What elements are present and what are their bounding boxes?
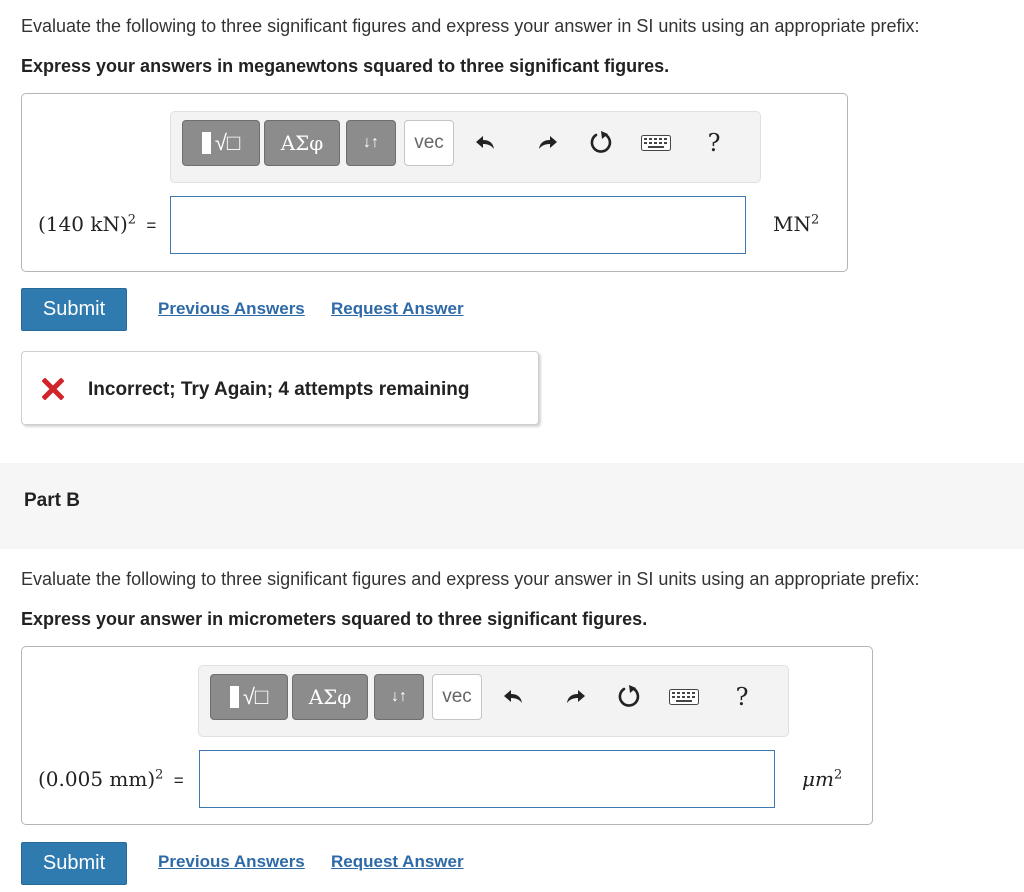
reset-icon[interactable] (582, 124, 620, 162)
part-a-answer-input[interactable] (170, 196, 746, 254)
part-a-feedback-box: Incorrect; Try Again; 4 attempts remaini… (21, 351, 539, 425)
undo-icon[interactable] (495, 678, 533, 716)
part-a-equals: = (146, 216, 157, 235)
radical-icon: √□ (214, 130, 241, 155)
part-b-unit-exponent: 2 (833, 767, 843, 783)
part-b-unit-base: μm (802, 767, 834, 791)
undo-icon[interactable] (467, 124, 505, 162)
arrows-button[interactable]: ↓↑ (346, 120, 396, 166)
help-icon[interactable]: ? (695, 124, 733, 162)
part-a-unit: MN2 (773, 212, 819, 236)
greek-symbols-button[interactable]: ΑΣφ (264, 120, 340, 166)
part-b-header[interactable]: Part B (0, 463, 1024, 549)
cursor-block-icon (229, 686, 239, 708)
part-b-equals: = (173, 771, 184, 790)
part-b-math-toolbar: √□ ΑΣφ ↓↑ vec ? (198, 665, 789, 737)
part-a-math-toolbar: √□ ΑΣφ ↓↑ vec ? (170, 111, 761, 183)
part-b-instruction: Express your answer in micrometers squar… (21, 609, 648, 629)
part-a-submit-button[interactable]: Submit (21, 288, 127, 331)
templates-button[interactable]: √□ (182, 120, 260, 166)
cursor-block-icon (201, 132, 211, 154)
part-b-previous-answers-link[interactable]: Previous Answers (158, 852, 305, 872)
arrows-button[interactable]: ↓↑ (374, 674, 424, 720)
part-a-unit-base: MN (773, 212, 811, 236)
redo-icon[interactable] (556, 678, 594, 716)
part-a-expression-exponent: 2 (127, 212, 137, 228)
part-b-answer-input[interactable] (199, 750, 775, 808)
keyboard-icon[interactable] (665, 678, 703, 716)
part-b-expression-base: (0.005 mm) (38, 767, 156, 791)
part-a-answer-box: √□ ΑΣφ ↓↑ vec ? (140 kN)2 = MN2 (21, 93, 848, 272)
part-b-prompt: Evaluate the following to three signific… (21, 569, 920, 589)
redo-icon[interactable] (528, 124, 566, 162)
radical-icon: √□ (242, 684, 269, 709)
part-a-feedback-text: Incorrect; Try Again; 4 attempts remaini… (88, 379, 470, 400)
part-a-expression: (140 kN)2 = (38, 212, 156, 236)
part-b-title: Part B (24, 490, 80, 511)
part-a-previous-answers-link[interactable]: Previous Answers (158, 299, 305, 319)
part-b-expression-exponent: 2 (155, 767, 164, 783)
vec-button[interactable]: vec (432, 674, 482, 720)
part-b-answer-box: √□ ΑΣφ ↓↑ vec ? (0.005 mm)2 = μm2 (21, 646, 873, 825)
part-b-unit: μm2 (802, 767, 842, 791)
help-icon[interactable]: ? (723, 678, 761, 716)
vec-button[interactable]: vec (404, 120, 454, 166)
part-a-unit-exponent: 2 (810, 212, 820, 228)
templates-button[interactable]: √□ (210, 674, 288, 720)
part-a-prompt: Evaluate the following to three signific… (21, 16, 920, 36)
part-b-expression: (0.005 mm)2 = (38, 767, 184, 791)
incorrect-x-icon (41, 377, 65, 405)
part-a-request-answer-link[interactable]: Request Answer (331, 299, 464, 319)
keyboard-icon[interactable] (637, 124, 675, 162)
part-a-instruction: Express your answers in meganewtons squa… (21, 56, 670, 76)
part-a-expression-base: (140 kN) (38, 212, 128, 236)
reset-icon[interactable] (610, 678, 648, 716)
part-b-submit-button[interactable]: Submit (21, 842, 127, 885)
part-b-request-answer-link[interactable]: Request Answer (331, 852, 464, 872)
greek-symbols-button[interactable]: ΑΣφ (292, 674, 368, 720)
